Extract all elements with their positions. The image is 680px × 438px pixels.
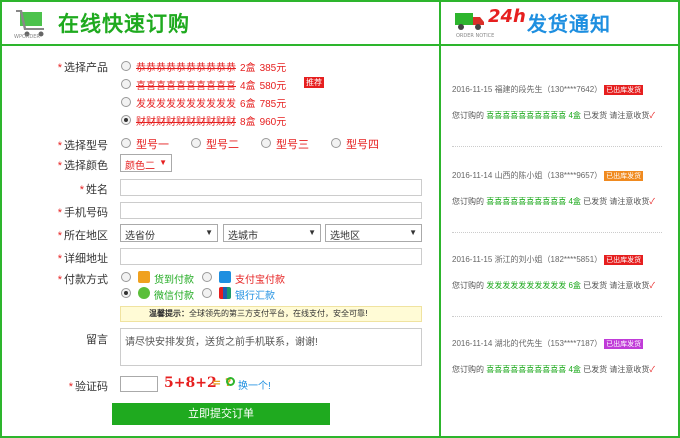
product-radio-3[interactable] bbox=[121, 97, 131, 107]
recommend-badge: 推荐 bbox=[304, 77, 324, 88]
notice-separator bbox=[452, 146, 662, 147]
product-option-3[interactable]: 发发发发发发发发发发 6盒 785元 bbox=[136, 95, 286, 110]
name-input[interactable] bbox=[120, 179, 422, 196]
check-icon: ✓ bbox=[649, 197, 655, 206]
notice-separator bbox=[452, 316, 662, 317]
model-option-4[interactable]: 型号四 bbox=[346, 136, 379, 152]
province-select[interactable]: 选省份 ▼ bbox=[120, 224, 218, 242]
product-radio-2[interactable] bbox=[121, 79, 131, 89]
refresh-icon[interactable] bbox=[226, 377, 235, 386]
pay-option-wechat[interactable]: 微信付款 bbox=[154, 287, 194, 302]
status-badge: 已出库发货 bbox=[604, 85, 644, 95]
pay-option-alipay[interactable]: 支付宝付款 bbox=[235, 271, 285, 286]
address-label: * 详细地址 bbox=[57, 253, 108, 265]
pay-option-bank[interactable]: 银行汇款 bbox=[235, 287, 275, 302]
product-label: * 选择产品 bbox=[57, 62, 108, 74]
check-icon: ✓ bbox=[649, 281, 655, 290]
pay-label: * 付款方式 bbox=[57, 274, 108, 286]
product-radio-4[interactable] bbox=[121, 115, 131, 125]
payment-tip: 温馨提示：全球领先的第三方支付平台，在线支付，安全可靠! bbox=[120, 306, 422, 322]
pay-option-cod[interactable]: 货到付款 bbox=[154, 271, 194, 286]
pay-radio-cod[interactable] bbox=[121, 272, 131, 282]
status-badge: 已出库发货 bbox=[604, 171, 644, 181]
model-radio-2[interactable] bbox=[191, 138, 201, 148]
product-option-1[interactable]: 恭恭恭恭恭恭恭恭恭恭 2盒 385元 bbox=[136, 59, 286, 74]
pay-radio-bank[interactable] bbox=[202, 288, 212, 298]
truck-icon bbox=[455, 13, 484, 30]
notice-title: 发货通知 bbox=[527, 12, 611, 36]
cod-icon bbox=[138, 271, 150, 283]
24h-badge: 24h bbox=[488, 6, 526, 27]
product-radio-1[interactable] bbox=[121, 61, 131, 71]
captcha-image: 5+8+2 bbox=[164, 375, 217, 391]
model-radio-4[interactable] bbox=[331, 138, 341, 148]
message-textarea[interactable]: 请尽快安排发货，送货之前手机联系，谢谢! bbox=[120, 328, 422, 366]
chevron-down-icon: ▼ bbox=[308, 228, 316, 237]
model-label: * 选择型号 bbox=[57, 140, 108, 152]
captcha-refresh-link[interactable]: 换一个! bbox=[238, 377, 271, 392]
district-select[interactable]: 选地区 ▼ bbox=[325, 224, 422, 242]
model-option-2[interactable]: 型号二 bbox=[206, 136, 239, 152]
status-badge: 已出库发货 bbox=[604, 255, 644, 265]
pay-radio-alipay[interactable] bbox=[202, 272, 212, 282]
name-label: * 姓名 bbox=[79, 184, 108, 196]
submit-button[interactable]: 立即提交订单 bbox=[112, 403, 330, 425]
model-radio-3[interactable] bbox=[261, 138, 271, 148]
chevron-down-icon: ▼ bbox=[159, 158, 167, 167]
product-option-4[interactable]: 财财财财财财财财财财 8盒 960元 bbox=[136, 113, 286, 128]
color-select[interactable]: 颜色二 ▼ bbox=[120, 154, 172, 172]
notice-item: 2016-11-15 浙江的刘小姐（182****5851） 已出库发货 您订购的… bbox=[452, 255, 655, 290]
model-option-3[interactable]: 型号三 bbox=[276, 136, 309, 152]
chevron-down-icon: ▼ bbox=[409, 228, 417, 237]
color-label: * 选择颜色 bbox=[57, 160, 108, 172]
captcha-label: * 验证码 bbox=[68, 381, 108, 393]
captcha-input[interactable] bbox=[120, 376, 158, 392]
notice-item: 2016-11-14 山西的陈小姐（138****9657） 已出库发货 您订购的… bbox=[452, 171, 655, 206]
notice-separator bbox=[452, 232, 662, 233]
message-label: 留言 bbox=[86, 334, 108, 346]
phone-label: * 手机号码 bbox=[57, 207, 108, 219]
chevron-down-icon: ▼ bbox=[205, 228, 213, 237]
check-icon: ✓ bbox=[649, 111, 655, 120]
model-option-1[interactable]: 型号一 bbox=[136, 136, 169, 152]
city-select[interactable]: 选城市 ▼ bbox=[223, 224, 321, 242]
page-title: 在线快速订购 bbox=[58, 12, 190, 36]
logo-text: WPORDER bbox=[14, 34, 40, 40]
notice-subtitle: ORDER NOTICE bbox=[456, 33, 495, 39]
alipay-icon bbox=[219, 271, 231, 283]
wechat-icon bbox=[138, 287, 150, 299]
region-label: * 所在地区 bbox=[57, 230, 108, 242]
notice-item: 2016-11-15 福建的段先生（130****7642） 已出库发货 您订购的… bbox=[452, 85, 655, 120]
column-divider bbox=[439, 0, 441, 438]
pay-radio-wechat[interactable] bbox=[121, 288, 131, 298]
status-badge: 已出库发货 bbox=[604, 339, 644, 349]
phone-input[interactable] bbox=[120, 202, 422, 219]
unionpay-icon bbox=[219, 287, 231, 299]
header-divider bbox=[0, 44, 680, 46]
product-option-2[interactable]: 喜喜喜喜喜喜喜喜喜喜 4盒 580元 bbox=[136, 77, 286, 92]
model-radio-1[interactable] bbox=[121, 138, 131, 148]
check-icon: ✓ bbox=[649, 365, 655, 374]
address-input[interactable] bbox=[120, 248, 422, 265]
notice-item: 2016-11-14 湖北的代先生（153****7187） 已出库发货 您订购的… bbox=[452, 339, 655, 374]
